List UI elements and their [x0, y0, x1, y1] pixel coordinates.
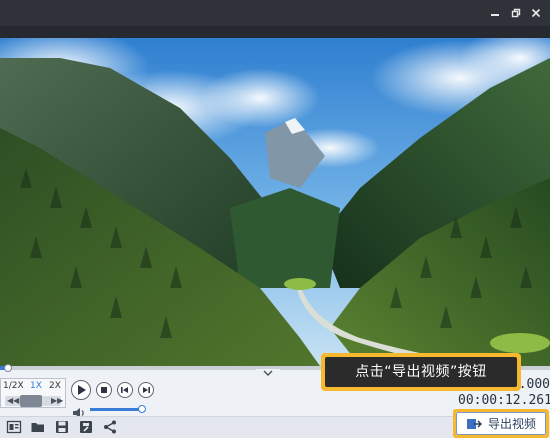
stop-icon: [101, 387, 107, 393]
export-video-button[interactable]: 导出视频: [456, 412, 546, 435]
total-duration: 00:00:12.261: [458, 393, 550, 408]
restore-icon[interactable]: [507, 4, 525, 22]
video-frame-image: [0, 38, 550, 366]
save-icon[interactable]: [54, 419, 70, 435]
next-frame-button[interactable]: [138, 382, 154, 398]
next-frame-icon: [143, 387, 150, 393]
export-video-label: 导出视频: [487, 417, 536, 431]
speed-option-normal[interactable]: 1X: [30, 381, 42, 391]
speed-option-half[interactable]: 1/2X: [3, 381, 24, 391]
export-icon: [466, 418, 482, 429]
speed-option-double[interactable]: 2X: [49, 381, 61, 391]
save-as-icon[interactable]: [78, 419, 94, 435]
volume-knob[interactable]: [138, 405, 146, 413]
volume-level: [90, 408, 142, 411]
stop-button[interactable]: [96, 382, 112, 398]
instruction-callout: 点击“导出视频”按钮: [321, 353, 521, 391]
title-bar: [0, 0, 550, 26]
timeline-playhead[interactable]: [4, 364, 12, 372]
chevron-down-icon: [263, 370, 273, 376]
share-icon[interactable]: [102, 419, 118, 435]
speed-decrease-icon[interactable]: ◀◀: [7, 396, 19, 405]
previous-frame-icon: [121, 387, 128, 393]
callout-text: 点击“导出视频”按钮: [325, 357, 517, 387]
play-button[interactable]: [71, 380, 91, 400]
video-preview[interactable]: [0, 38, 550, 366]
minimize-icon[interactable]: [486, 4, 504, 22]
speed-increase-icon[interactable]: ▶▶: [51, 396, 63, 405]
close-icon[interactable]: [527, 4, 545, 22]
subtitle-icon[interactable]: [6, 419, 22, 435]
previous-frame-button[interactable]: [117, 382, 133, 398]
play-icon: [78, 385, 86, 395]
speed-selector: 1/2X 1X 2X ◀◀ ▶▶: [0, 378, 66, 408]
folder-open-icon[interactable]: [30, 419, 46, 435]
speed-slider-thumb[interactable]: [20, 395, 42, 407]
collapse-panel-tab[interactable]: [256, 369, 280, 379]
